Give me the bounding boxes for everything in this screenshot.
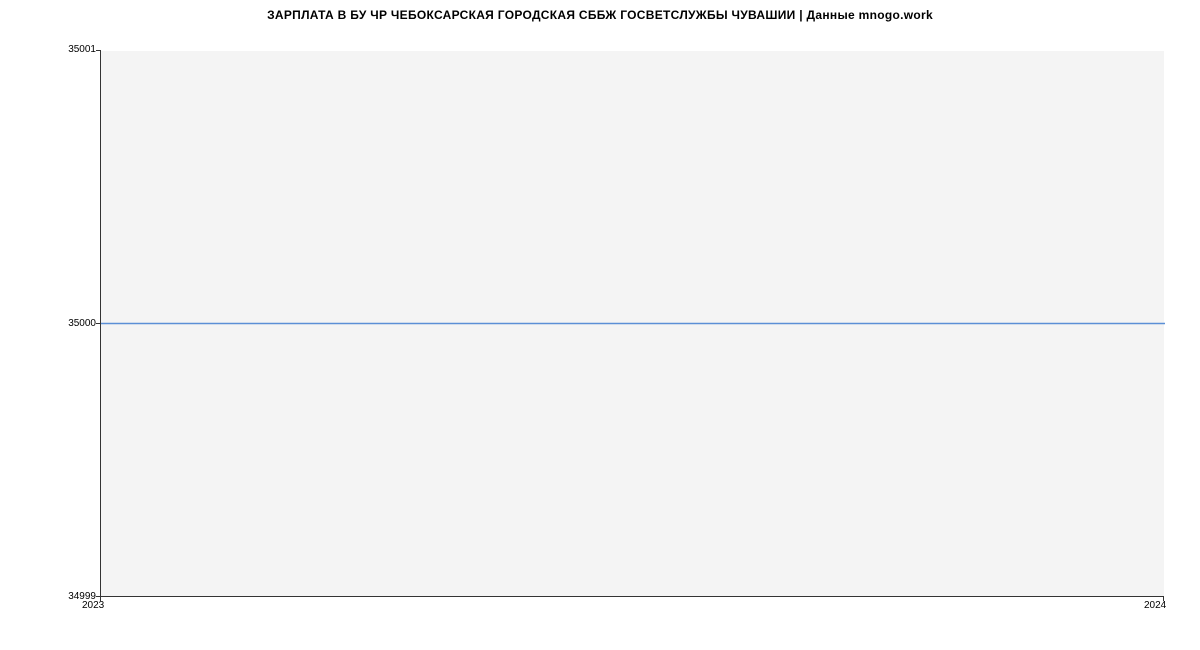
chart-title: ЗАРПЛАТА В БУ ЧР ЧЕБОКСАРСКАЯ ГОРОДСКАЯ … [0, 8, 1200, 22]
x-tick-label: 2023 [82, 600, 104, 611]
plot-area [100, 50, 1164, 597]
y-tick-label: 35001 [46, 44, 96, 55]
y-tick-mark [96, 50, 100, 51]
y-tick-mark [96, 323, 100, 324]
chart-line [101, 50, 1165, 597]
x-tick-label: 2024 [1144, 600, 1166, 611]
y-tick-label: 35000 [46, 318, 96, 329]
